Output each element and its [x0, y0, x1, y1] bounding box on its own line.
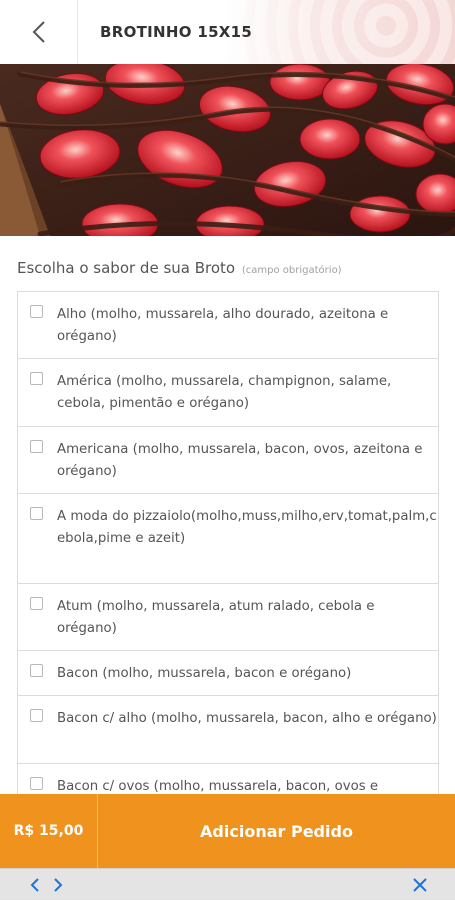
header-background-image — [225, 0, 455, 64]
chevron-right-icon — [54, 878, 63, 892]
chevron-left-icon — [30, 878, 39, 892]
nav-close-button[interactable] — [407, 869, 433, 901]
checkbox[interactable] — [30, 664, 43, 677]
checkbox[interactable] — [30, 440, 43, 453]
flavor-option[interactable]: Alho (molho, mussarela, alho dourado, az… — [18, 292, 438, 359]
flavor-option-label: Alho (molho, mussarela, alho dourado, az… — [57, 307, 389, 344]
checkbox[interactable] — [30, 507, 43, 520]
back-button[interactable] — [0, 0, 78, 64]
flavor-option-label: Bacon (molho, mussarela, bacon e orégano… — [57, 666, 352, 681]
flavor-option[interactable]: Atum (molho, mussarela, atum ralado, ceb… — [18, 584, 438, 651]
checkbox[interactable] — [30, 305, 43, 318]
nav-forward-button[interactable] — [45, 869, 71, 901]
flavor-option[interactable]: Bacon (molho, mussarela, bacon e orégano… — [18, 651, 438, 696]
checkbox[interactable] — [30, 709, 43, 722]
flavor-option[interactable]: Americana (molho, mussarela, bacon, ovos… — [18, 427, 438, 494]
flavor-option-label: Americana (molho, mussarela, bacon, ovos… — [57, 442, 423, 479]
browser-nav-bar — [0, 868, 455, 900]
flavor-option-label: Bacon c/ ovos (molho, mussarela, bacon, … — [57, 779, 379, 794]
close-icon — [413, 878, 427, 892]
chevron-left-icon — [32, 21, 45, 43]
add-order-button[interactable]: Adicionar Pedido — [98, 794, 455, 868]
flavor-option[interactable]: A moda do pizzaiolo(molho,muss,milho,erv… — [18, 494, 438, 584]
flavor-option[interactable]: Bacon c/ ovos (molho, mussarela, bacon, … — [18, 764, 438, 794]
flavor-option[interactable]: América (molho, mussarela, champignon, s… — [18, 359, 438, 427]
flavor-option-label: Bacon c/ alho (molho, mussarela, bacon, … — [57, 711, 437, 726]
product-image — [0, 64, 455, 236]
flavor-option-label: Atum (molho, mussarela, atum ralado, ceb… — [57, 599, 375, 636]
flavor-section-title: Escolha o sabor de sua Broto — [17, 259, 236, 277]
required-hint: (campo obrigatório) — [241, 265, 342, 276]
top-header: BROTINHO 15X15 — [0, 0, 455, 64]
strawberry-chocolate-pizza-image — [0, 64, 455, 236]
price-label: R$ 15,00 — [0, 794, 98, 868]
page-title: BROTINHO 15X15 — [100, 23, 253, 41]
checkbox[interactable] — [30, 777, 43, 790]
flavor-option-label: A moda do pizzaiolo(molho,muss,milho,erv… — [57, 509, 437, 546]
checkbox[interactable] — [30, 597, 43, 610]
flavor-section-label: Escolha o sabor de sua Broto (campo obri… — [17, 259, 342, 277]
flavor-option[interactable]: Bacon c/ alho (molho, mussarela, bacon, … — [18, 696, 438, 764]
flavor-option-label: América (molho, mussarela, champignon, s… — [57, 374, 392, 411]
flavor-options-list[interactable]: Alho (molho, mussarela, alho dourado, az… — [17, 291, 439, 794]
order-bar: R$ 15,00 Adicionar Pedido — [0, 794, 455, 868]
checkbox[interactable] — [30, 372, 43, 385]
